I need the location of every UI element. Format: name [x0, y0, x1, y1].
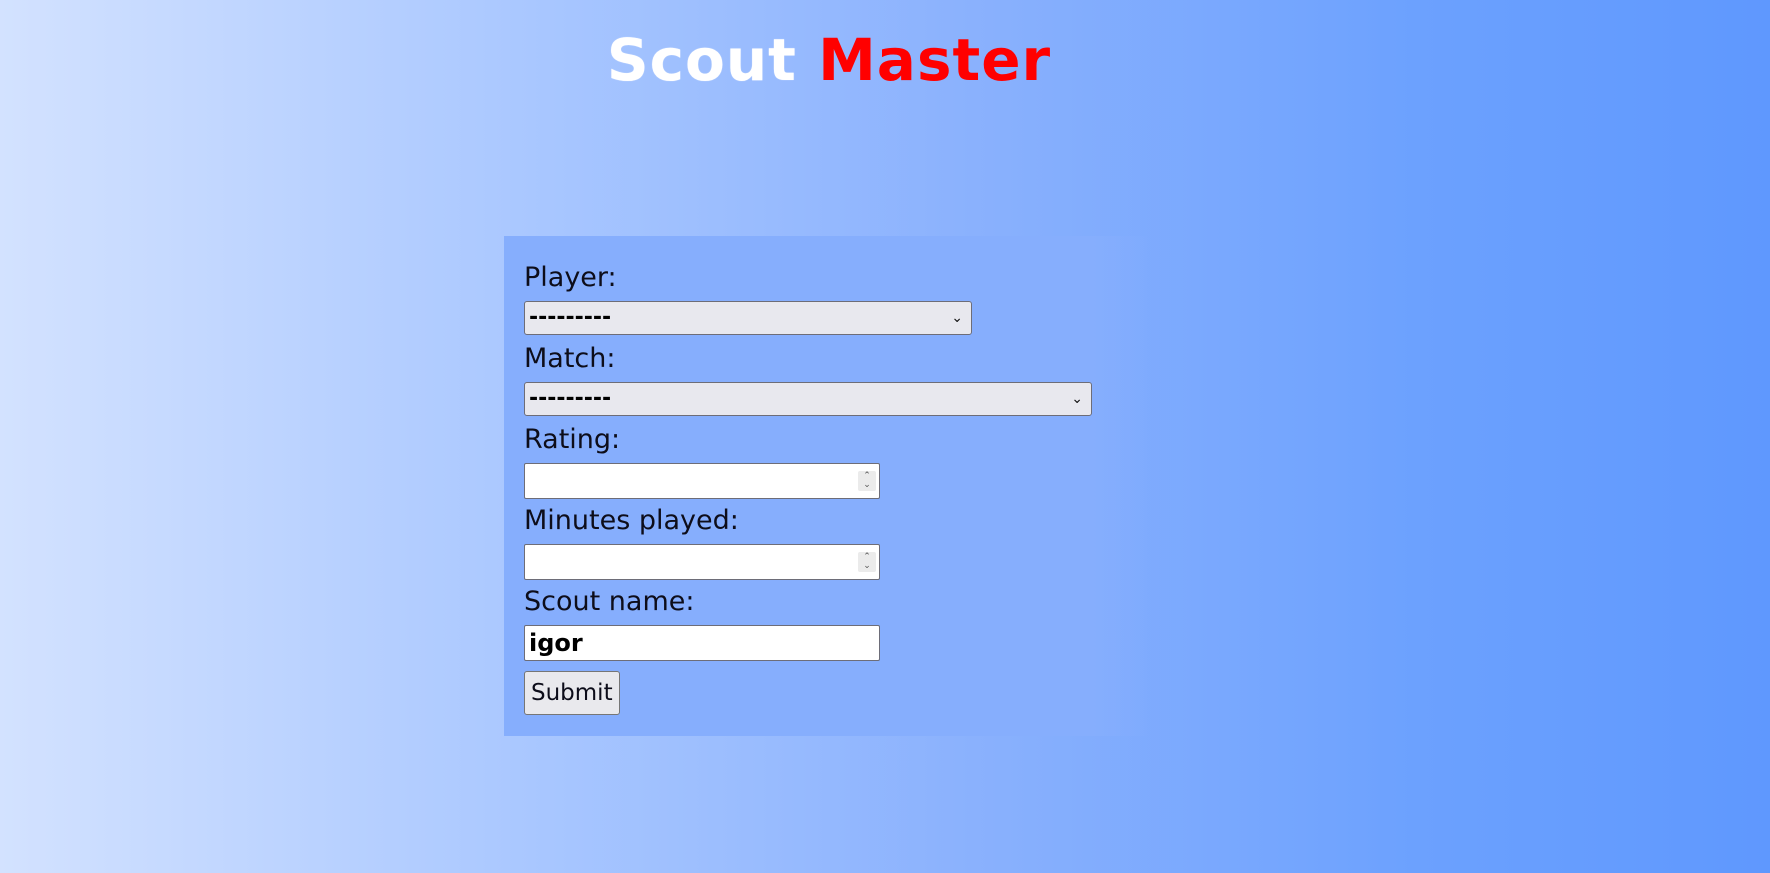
chevron-down-icon: ⌄: [951, 310, 963, 326]
rating-label: Rating:: [524, 424, 621, 455]
match-select-value: ---------: [529, 386, 612, 411]
rating-input[interactable]: ⌃ ⌄: [524, 463, 880, 499]
player-label: Player:: [524, 262, 617, 293]
scout-name-input[interactable]: igor: [524, 625, 880, 661]
spinner-icon[interactable]: ⌃ ⌄: [858, 471, 876, 491]
spinner-icon[interactable]: ⌃ ⌄: [858, 552, 876, 572]
chevron-down-icon: ⌄: [1071, 391, 1083, 407]
page-title: Scout Master: [0, 22, 1658, 98]
match-select[interactable]: --------- ⌄: [524, 382, 1092, 416]
scout-name-label: Scout name:: [524, 586, 695, 617]
title-scout: Scout: [606, 26, 797, 94]
scout-report-form: Player: --------- ⌄ Match: --------- ⌄ R…: [504, 236, 1150, 736]
minutes-played-input[interactable]: ⌃ ⌄: [524, 544, 880, 580]
player-select-value: ---------: [529, 305, 612, 330]
minutes-played-label: Minutes played:: [524, 505, 739, 536]
title-master: Master: [818, 26, 1052, 94]
submit-button[interactable]: Submit: [524, 671, 620, 715]
match-label: Match:: [524, 343, 616, 374]
player-select[interactable]: --------- ⌄: [524, 301, 972, 335]
